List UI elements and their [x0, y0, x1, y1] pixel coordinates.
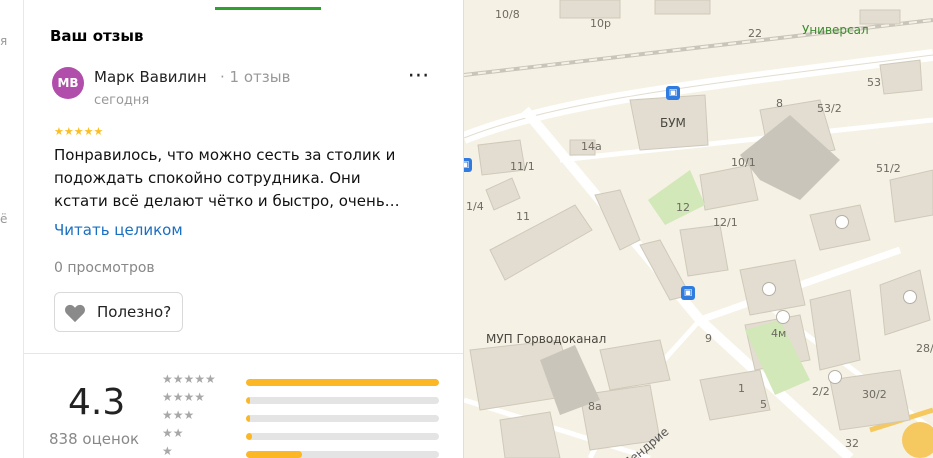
heart-icon: [65, 304, 85, 323]
helpful-button[interactable]: Полезно?: [54, 292, 183, 332]
bus-stop-icon[interactable]: ▣: [666, 86, 680, 100]
distribution-stars: ★★★★: [162, 390, 206, 404]
distribution-bar-fill: [246, 451, 302, 458]
author-review-count: · 1 отзыв: [220, 68, 291, 86]
house-icon[interactable]: [828, 370, 842, 384]
distribution-bar-track: [246, 433, 439, 440]
read-more-link[interactable]: Читать целиком: [54, 221, 183, 239]
avatar[interactable]: MB: [52, 67, 84, 99]
rating-distribution-row: ★★★★: [162, 390, 442, 407]
map-label-building: 1: [738, 382, 745, 395]
reviews-panel: Ваш отзыв MB Марк Вавилин · 1 отзыв сего…: [24, 0, 464, 458]
distribution-bar-track: [246, 415, 439, 422]
map-label-building: 28/: [916, 342, 933, 355]
map-label-building: 10/1: [731, 156, 756, 169]
review-date: сегодня: [94, 93, 150, 108]
rating-count: 838 оценок: [49, 430, 140, 448]
rating-value: 4.3: [68, 382, 126, 423]
distribution-bar-track: [246, 397, 439, 404]
more-options-icon[interactable]: ⋯: [404, 65, 434, 94]
distribution-bar-fill: [246, 415, 250, 422]
distribution-bar-fill: [246, 433, 252, 440]
distribution-bar-track: [246, 379, 439, 386]
map-label-building: 8а: [588, 400, 602, 413]
map-label-building: 2/2: [812, 385, 830, 398]
map-label-place[interactable]: МУП Горводоканал: [486, 332, 606, 346]
map-label-building: 5: [760, 398, 767, 411]
bus-stop-icon[interactable]: ▣: [681, 286, 695, 300]
map-label-building: 51/2: [876, 162, 901, 175]
map-label-building: 8: [776, 97, 783, 110]
section-title: Ваш отзыв: [50, 27, 144, 45]
divider: [24, 353, 463, 354]
distribution-stars: ★★: [162, 426, 184, 440]
house-icon[interactable]: [903, 290, 917, 304]
house-icon[interactable]: [762, 282, 776, 296]
map-label-building: 11: [516, 210, 530, 223]
rating-distribution-row: ★★★: [162, 408, 442, 425]
review-stars: ★★★★★: [54, 125, 104, 138]
active-tab-indicator: [215, 7, 321, 10]
map-label-building: 12: [676, 201, 690, 214]
left-sidebar-strip: я ё: [0, 0, 24, 458]
distribution-bar-fill: [246, 397, 250, 404]
map-label-building: 4м: [771, 327, 787, 340]
distribution-stars: ★★★: [162, 408, 195, 422]
house-icon[interactable]: [835, 215, 849, 229]
distribution-stars: ★★★★★: [162, 372, 216, 386]
map-label-building: 14а: [581, 140, 602, 153]
map-label-building: 11/1: [510, 160, 535, 173]
distribution-bar-fill: [246, 379, 439, 386]
distribution-bar-track: [246, 451, 439, 458]
helpful-label: Полезно?: [97, 303, 172, 321]
map-label-building: 12/1: [713, 216, 738, 229]
house-icon[interactable]: [776, 310, 790, 324]
map-label-building: 32: [845, 437, 859, 450]
rating-distribution-row: ★: [162, 444, 442, 458]
review-text: Понравилось, что можно сесть за столик и…: [54, 146, 400, 210]
map-label-building: 53: [867, 76, 881, 89]
map-label-building: 10/8: [495, 8, 520, 21]
map-label-building: 1/4: [466, 200, 484, 213]
map-label-building: 53/2: [817, 102, 842, 115]
map-label-building: 22: [748, 27, 762, 40]
map-label-building: 9: [705, 332, 712, 345]
map-label-place[interactable]: БУМ: [660, 116, 686, 130]
map-label-building: 30/2: [862, 388, 887, 401]
rating-distribution-row: ★★: [162, 426, 442, 443]
rating-distribution-row: ★★★★★: [162, 372, 442, 389]
author-name[interactable]: Марк Вавилин: [94, 68, 207, 86]
distribution-stars: ★: [162, 444, 173, 458]
sidebar-letter: ё: [0, 212, 8, 226]
map-label-building: 10р: [590, 17, 611, 30]
map-label-place[interactable]: Универсал: [802, 23, 869, 37]
sidebar-letter: я: [0, 34, 8, 48]
views-count: 0 просмотров: [54, 260, 155, 276]
